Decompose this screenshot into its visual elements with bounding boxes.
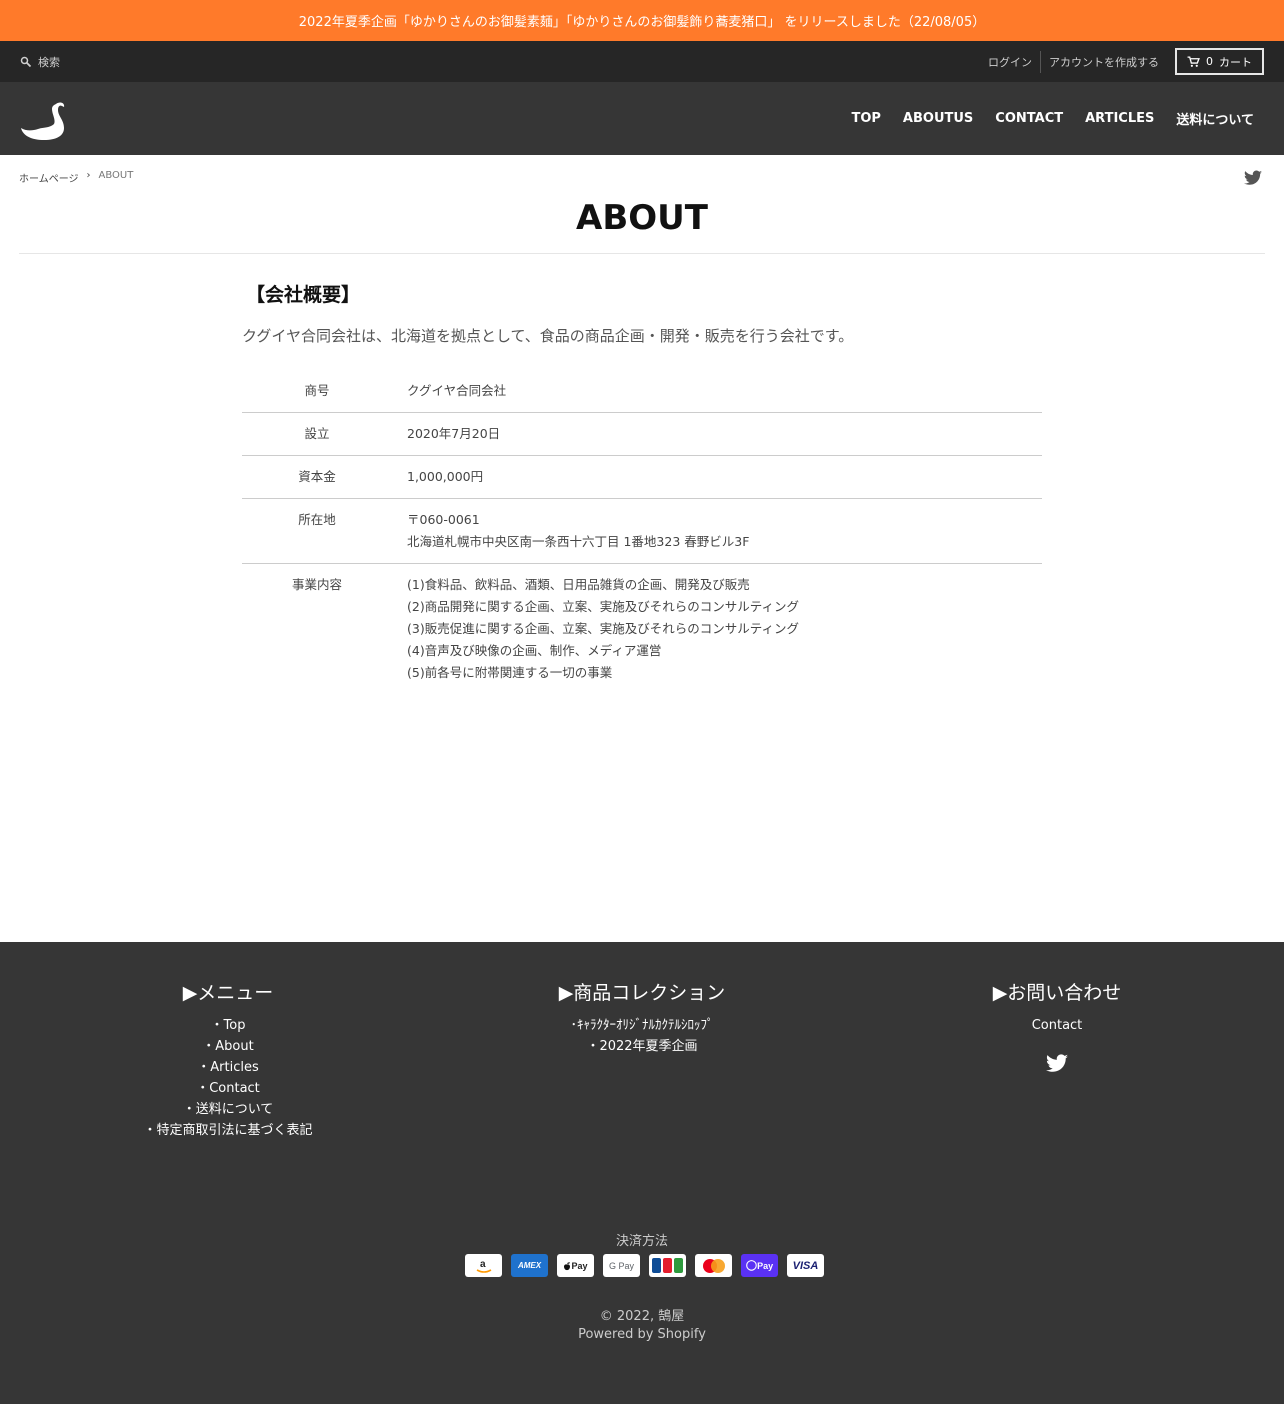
- shop-pay-text: Pay: [757, 1260, 774, 1271]
- row-value-line: 北海道札幌市中央区南一条西十六丁目 1番地323 春野ビル3F: [407, 534, 750, 549]
- table-row: 商号 クグイヤ合同会社: [242, 370, 1042, 413]
- row-label: 所在地: [298, 512, 336, 527]
- row-label: 事業内容: [291, 577, 342, 592]
- amazon-pay-icon: a: [465, 1254, 502, 1277]
- footer-collections-title: ▶商品コレクション: [558, 982, 726, 1004]
- cart-label: カート: [1219, 55, 1252, 69]
- row-value-line: 〒060-0061: [407, 512, 480, 527]
- row-label: 設立: [304, 426, 330, 441]
- swan-logo-icon[interactable]: [20, 100, 68, 142]
- breadcrumb: ホームページ › ABOUT: [19, 170, 133, 185]
- nav-item-aboutus[interactable]: ABOUTUS: [903, 111, 973, 126]
- apple-pay-text: Pay: [571, 1260, 588, 1271]
- create-account-link[interactable]: アカウントを作成する: [1041, 54, 1167, 70]
- row-label: 商号: [304, 383, 330, 398]
- row-value-line: 2020年7月20日: [407, 426, 501, 441]
- amex-icon: AMEX: [511, 1254, 548, 1277]
- row-value-line: (3)販売促進に関する企画、立案、実施及びそれらのコンサルティング: [407, 621, 799, 636]
- breadcrumb-home[interactable]: ホームページ: [19, 170, 79, 185]
- footer-link-articles[interactable]: ・Articles: [128, 1057, 328, 1078]
- footer-link-about[interactable]: ・About: [128, 1036, 328, 1057]
- search-icon: [20, 56, 32, 67]
- row-value: 〒060-0061 北海道札幌市中央区南一条西十六丁目 1番地323 春野ビル3…: [392, 499, 1042, 564]
- footer-menu-title: ▶メニュー: [182, 982, 274, 1004]
- intro-text: クグイヤ合同会社は、北海道を拠点として、食品の商品企画・開発・販売を行う会社です…: [242, 327, 854, 345]
- table-row: 設立 2020年7月20日: [242, 413, 1042, 456]
- row-value-line: 1,000,000円: [407, 469, 484, 484]
- row-value: 2020年7月20日: [392, 413, 1042, 456]
- footer-link-cocktail-syrup[interactable]: ･ｷｬﾗｸﾀｰｵﾘｼﾞﾅﾙｶｸﾃﾙｼﾛｯﾌﾟ: [542, 1015, 742, 1036]
- cart-button[interactable]: 0 カート: [1175, 48, 1264, 75]
- footer-menu-column: ▶メニュー ・Top ・About ・Articles ・Contact ・送料…: [128, 978, 328, 1141]
- footer-link-legal[interactable]: ・特定商取引法に基づく表記: [128, 1120, 328, 1141]
- utility-bar: 検索 ログイン アカウントを作成する 0 カート: [0, 41, 1284, 82]
- row-value: クグイヤ合同会社: [392, 370, 1042, 413]
- mastercard-icon: [695, 1254, 732, 1277]
- page-title: ABOUT: [576, 198, 708, 238]
- row-value-line: (4)音声及び映像の企画、制作、メディア運営: [407, 643, 662, 658]
- section-heading: 【会社概要】: [246, 284, 361, 306]
- footer-link-shipping[interactable]: ・送料について: [128, 1099, 328, 1120]
- footer-contact-title: ▶お問い合わせ: [992, 982, 1122, 1004]
- footer-link-contact[interactable]: ・Contact: [128, 1078, 328, 1099]
- table-row: 所在地 〒060-0061 北海道札幌市中央区南一条西十六丁目 1番地323 春…: [242, 499, 1042, 564]
- company-table: 商号 クグイヤ合同会社 設立 2020年7月20日 資本金 1,000,000円…: [242, 370, 1042, 694]
- table-row: 資本金 1,000,000円: [242, 456, 1042, 499]
- about-content: 【会社概要】 クグイヤ合同会社は、北海道を拠点として、食品の商品企画・開発・販売…: [242, 280, 1042, 346]
- announcement-bar[interactable]: 2022年夏季企画「ゆかりさんのお御髪素麺」「ゆかりさんのお御髪飾り蕎麦猪口」 …: [0, 0, 1284, 41]
- copyright-text[interactable]: © 2022, 鵠屋: [0, 1308, 1284, 1326]
- jcb-icon: [649, 1254, 686, 1277]
- row-label: 資本金: [298, 469, 336, 484]
- nav-item-contact[interactable]: CONTACT: [995, 111, 1063, 126]
- nav-item-shipping[interactable]: 送料について: [1176, 109, 1254, 128]
- row-value-line: (1)食料品、飲料品、酒類、日用品雑貨の企画、開発及び販売: [407, 577, 750, 592]
- row-value-line: (2)商品開発に関する企画、立案、実施及びそれらのコンサルティング: [407, 599, 799, 614]
- shop-pay-icon: ◯ Pay: [741, 1254, 778, 1277]
- site-header: TOP ABOUTUS CONTACT ARTICLES 送料について: [0, 82, 1284, 155]
- login-link[interactable]: ログイン: [980, 54, 1040, 70]
- row-value-line: (5)前各号に附帯関連する一切の事業: [407, 665, 613, 680]
- google-pay-icon: G Pay: [603, 1254, 640, 1277]
- twitter-icon[interactable]: [1046, 1054, 1068, 1073]
- footer-contact-column: ▶お問い合わせ Contact: [957, 978, 1157, 1073]
- table-row: 事業内容 (1)食料品、飲料品、酒類、日用品雑貨の企画、開発及び販売 (2)商品…: [242, 564, 1042, 695]
- search-button[interactable]: 検索: [20, 41, 60, 82]
- footer-link-contact-page[interactable]: Contact: [957, 1015, 1157, 1036]
- payment-methods-title: 決済方法: [615, 1234, 668, 1249]
- svg-text:a: a: [480, 1259, 486, 1270]
- visa-icon: VISA: [787, 1254, 824, 1277]
- row-value: 1,000,000円: [392, 456, 1042, 499]
- row-value-line: クグイヤ合同会社: [407, 383, 507, 398]
- copyright-block: © 2022, 鵠屋 Powered by Shopify: [0, 1308, 1284, 1344]
- powered-by-link[interactable]: Powered by Shopify: [0, 1326, 1284, 1344]
- apple-pay-icon: Pay: [557, 1254, 594, 1277]
- footer-link-top[interactable]: ・Top: [128, 1015, 328, 1036]
- breadcrumb-separator: ›: [86, 170, 91, 181]
- search-label: 検索: [38, 55, 60, 69]
- footer-collections-column: ▶商品コレクション ･ｷｬﾗｸﾀｰｵﾘｼﾞﾅﾙｶｸﾃﾙｼﾛｯﾌﾟ ・2022年夏…: [542, 978, 742, 1057]
- cart-icon: [1187, 55, 1200, 67]
- twitter-icon[interactable]: [1244, 170, 1262, 186]
- nav-item-articles[interactable]: ARTICLES: [1085, 111, 1154, 126]
- nav-item-top[interactable]: TOP: [851, 111, 880, 126]
- row-value: (1)食料品、飲料品、酒類、日用品雑貨の企画、開発及び販売 (2)商品開発に関す…: [392, 564, 1042, 695]
- site-footer: ▶メニュー ・Top ・About ・Articles ・Contact ・送料…: [0, 942, 1284, 1404]
- cart-count: 0: [1206, 55, 1213, 68]
- announcement-text[interactable]: 2022年夏季企画「ゆかりさんのお御髪素麺」「ゆかりさんのお御髪飾り蕎麦猪口」 …: [299, 11, 985, 30]
- title-divider: [19, 253, 1265, 254]
- main-nav: TOP ABOUTUS CONTACT ARTICLES 送料について: [851, 82, 1254, 155]
- footer-link-summer-2022[interactable]: ・2022年夏季企画: [542, 1036, 742, 1057]
- breadcrumb-current: ABOUT: [98, 170, 134, 181]
- payment-icons: a AMEX Pay G Pay ◯ Pay VISA: [465, 1254, 824, 1277]
